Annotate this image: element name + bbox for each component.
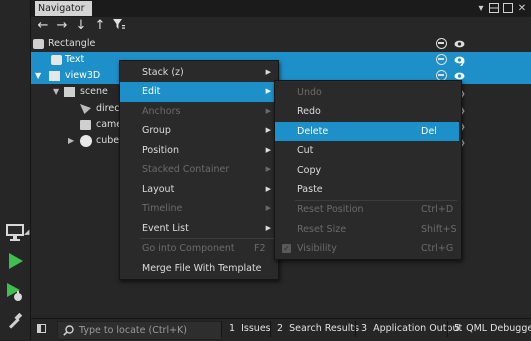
menu-item-redo[interactable]: Redo — [275, 102, 459, 122]
menu-item-cut[interactable]: Cut — [275, 141, 459, 161]
menu-item-copy[interactable]: Copy — [275, 161, 459, 181]
tree-row-label: view3D — [65, 70, 101, 81]
debug-run-icon[interactable] — [3, 280, 27, 304]
arrow-down-icon[interactable]: ↓ — [73, 18, 89, 34]
chevron-right-icon: ❯ — [459, 57, 466, 66]
divider — [221, 321, 222, 337]
menu-item-stack[interactable]: Stack (z) ▶ — [120, 63, 276, 83]
edit-submenu: Undo Redo Delete Del Cut Copy Paste Reset… — [274, 80, 462, 260]
visibility-eye-icon[interactable] — [454, 39, 465, 49]
toggle-sidebar-icon[interactable] — [37, 324, 46, 333]
menu-item-position[interactable]: Position ▶ — [120, 141, 276, 161]
tree-row-rectangle[interactable]: Rectangle — [31, 36, 531, 52]
menu-item-layout[interactable]: Layout ▶ — [120, 180, 276, 200]
tab-navigator[interactable]: Navigator — [35, 1, 92, 16]
lock-toggle-icon[interactable] — [436, 54, 447, 65]
context-menu: Stack (z) ▶ Edit ▶ Anchors ▶ Group ▶ Positio… — [119, 60, 279, 280]
output-pane-search-results[interactable]: 2 Search Results — [277, 319, 359, 339]
camera-icon — [80, 120, 91, 130]
menu-item-edit[interactable]: Edit ▶ — [120, 82, 276, 102]
menu-item-timeline[interactable]: Timeline ▶ — [120, 199, 276, 219]
menu-item-undo[interactable]: Undo — [275, 83, 459, 103]
menu-item-reset-position[interactable]: Reset Position Ctrl+D — [275, 200, 459, 220]
arrow-up-icon[interactable]: ↑ — [92, 18, 108, 34]
menu-item-reset-size[interactable]: Reset Size Shift+S — [275, 220, 459, 240]
menu-item-merge-file-with-template[interactable]: Merge File With Template — [120, 259, 276, 279]
divider — [447, 321, 448, 337]
build-hammer-icon[interactable] — [3, 310, 27, 334]
mode-bar: ◢ — [0, 0, 31, 340]
tree-row-label: Text — [65, 54, 85, 65]
arrow-right-icon[interactable]: → — [54, 18, 70, 34]
tab-dropdown-icon[interactable]: ▾ — [474, 0, 488, 16]
rectangle-icon — [33, 39, 44, 49]
view3d-icon — [49, 71, 60, 81]
light-icon — [80, 104, 91, 114]
menu-item-stacked-container[interactable]: Stacked Container ▶ — [120, 160, 276, 180]
tree-row-text[interactable]: Text — [31, 52, 531, 68]
filter-icon[interactable] — [111, 18, 127, 34]
run-icon[interactable] — [3, 249, 27, 273]
collapse-arrow-icon[interactable]: ▼ — [35, 68, 41, 84]
menu-item-group[interactable]: Group ▶ — [120, 121, 276, 141]
menu-item-paste[interactable]: Paste — [275, 180, 459, 200]
split-icon[interactable] — [487, 0, 501, 16]
divider — [355, 321, 356, 337]
menu-item-go-into-component[interactable]: Go into Component F2 — [120, 239, 276, 259]
locator-input[interactable]: Type to locate (Ctrl+K) — [57, 321, 222, 340]
scene-icon — [64, 87, 75, 97]
tree-row-label: Rectangle — [48, 38, 96, 49]
expand-arrow-icon[interactable]: ▶ — [68, 133, 74, 149]
tab-label: Navigator — [38, 3, 85, 14]
menu-item-event-list[interactable]: Event List ▶ — [120, 219, 276, 239]
model-sphere-icon — [80, 135, 92, 147]
menu-item-visibility[interactable]: ✓ Visibility Ctrl+G — [275, 239, 459, 259]
tree-row-label: scene — [80, 86, 108, 97]
text-item-icon — [51, 55, 62, 65]
output-pane-qml-debugger-console[interactable]: 5 QML Debugger Co — [454, 319, 531, 339]
divider — [270, 321, 271, 337]
float-icon[interactable] — [501, 0, 515, 16]
search-icon — [63, 325, 74, 336]
device-arrow-icon: ◢ — [24, 228, 30, 236]
locator-placeholder: Type to locate (Ctrl+K) — [79, 325, 187, 336]
output-pane-issues[interactable]: 1 Issues — [229, 319, 271, 339]
lock-toggle-icon[interactable] — [436, 38, 447, 49]
arrow-left-icon[interactable]: ← — [35, 18, 51, 34]
menu-item-delete[interactable]: Delete Del — [275, 121, 459, 141]
close-icon[interactable]: ✕ — [515, 0, 529, 16]
collapse-arrow-icon[interactable]: ▼ — [53, 84, 59, 100]
checkbox-checked-icon: ✓ — [282, 244, 291, 253]
panel-tab-bar — [31, 0, 531, 17]
menu-item-anchors[interactable]: Anchors ▶ — [120, 102, 276, 122]
